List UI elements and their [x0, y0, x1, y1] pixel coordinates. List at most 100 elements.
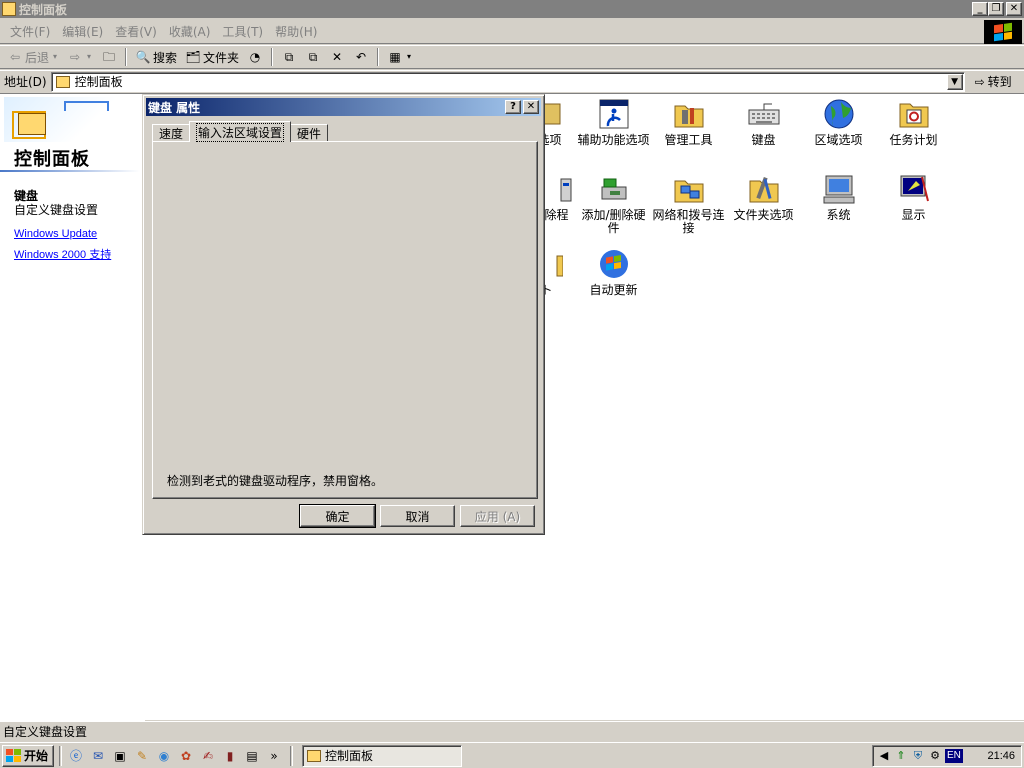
- move-to-icon: ⧉: [284, 50, 294, 64]
- network-icon: [673, 173, 705, 205]
- menu-view[interactable]: 查看(V): [109, 21, 163, 42]
- icon-item-regional[interactable]: 区域选项: [801, 98, 876, 147]
- speaker-icon[interactable]: ◀: [877, 749, 891, 763]
- task-button-control-panel[interactable]: 控制面板: [302, 744, 462, 767]
- book-icon[interactable]: ▮: [221, 747, 239, 765]
- icon-item-accessibility[interactable]: 辅助功能选项: [576, 98, 651, 147]
- folder-options-icon: [748, 173, 780, 205]
- icon-item-admin-tools[interactable]: 管理工具: [651, 98, 726, 147]
- icon-item-scheduled-tasks[interactable]: 任务计划: [876, 98, 951, 147]
- show-desktop-icon[interactable]: ▣: [111, 747, 129, 765]
- search-button[interactable]: 🔍 搜索: [132, 47, 180, 68]
- toolbar-separator: [377, 48, 380, 66]
- views-button[interactable]: ▦ ▾: [384, 48, 416, 66]
- menu-tools[interactable]: 工具(T): [216, 21, 269, 42]
- partially-hidden-icon: [541, 173, 573, 205]
- add-hardware-icon: [598, 173, 630, 205]
- keyboard-properties-dialog: 键盘 属性 ? ✕ 速度 输入法区域设置 硬件 检测到老式的键盘驱动程序，禁用窗…: [142, 94, 545, 535]
- tray-app-icon[interactable]: ⚙: [928, 749, 942, 763]
- selected-item-description: 自定义键盘设置: [14, 203, 99, 217]
- media-player-icon[interactable]: ◉: [155, 747, 173, 765]
- web-view-pane: 控制面板 键盘 自定义键盘设置 Windows Update Windows 2…: [0, 94, 145, 721]
- notepad-icon[interactable]: ▤: [243, 747, 261, 765]
- windows-support-link[interactable]: Windows 2000 支持: [14, 246, 111, 262]
- move-to-button[interactable]: ⧉: [278, 48, 300, 66]
- window-titlebar[interactable]: 控制面板 _ ❐ ✕: [0, 0, 1024, 18]
- cancel-button[interactable]: 取消: [380, 505, 455, 527]
- apply-button[interactable]: 应用 (A): [460, 505, 535, 527]
- outlook-express-icon[interactable]: ✉: [89, 747, 107, 765]
- windows-update-link[interactable]: Windows Update: [14, 228, 97, 240]
- menu-favorites[interactable]: 收藏(A): [163, 21, 217, 42]
- go-arrow-icon: ⇨: [974, 74, 985, 89]
- tab-panel: 检测到老式的键盘驱动程序，禁用窗格。: [152, 141, 538, 499]
- help-button[interactable]: ?: [505, 100, 521, 114]
- windows-logo-icon: [984, 20, 1022, 44]
- ok-button[interactable]: 确定: [299, 504, 376, 528]
- dialog-close-button[interactable]: ✕: [523, 100, 539, 114]
- tab-hardware[interactable]: 硬件: [290, 124, 329, 142]
- icon-item-network[interactable]: 网络和拨号连接: [651, 173, 726, 235]
- accessibility-icon: [598, 98, 630, 130]
- forward-arrow-icon: ⇨: [69, 50, 81, 64]
- status-bar: 自定义键盘设置: [0, 721, 1024, 741]
- internet-explorer-icon[interactable]: ⓔ: [67, 747, 85, 765]
- window-title: 控制面板: [19, 2, 68, 17]
- folders-button[interactable]: 🗂 文件夹: [182, 47, 242, 68]
- copy-to-icon: ⧉: [308, 50, 318, 64]
- clock[interactable]: 21:46: [987, 750, 1015, 762]
- delete-button[interactable]: ✕: [326, 48, 348, 66]
- control-panel-banner: [4, 97, 122, 142]
- system-tray: ◀ ⇑ ⛨ ⚙ EN 21:46: [872, 745, 1022, 767]
- back-button[interactable]: ⇦ 后退 ▾: [4, 47, 62, 68]
- tab-strip: 速度 输入法区域设置 硬件: [152, 121, 329, 142]
- keyboard-icon: [748, 98, 780, 130]
- control-panel-icon: [55, 75, 70, 88]
- up-button[interactable]: 🗀: [98, 48, 120, 66]
- chevron-down-icon[interactable]: ▼: [946, 73, 963, 90]
- icon-item-display[interactable]: 显示: [876, 173, 951, 222]
- menu-help[interactable]: 帮助(H): [269, 21, 323, 42]
- tab-speed[interactable]: 速度: [152, 124, 191, 142]
- icon-item-folder-options[interactable]: 文件夹选项: [726, 173, 801, 222]
- dialog-titlebar[interactable]: 键盘 属性 ? ✕: [146, 98, 541, 116]
- antivirus-icon[interactable]: ⛨: [911, 749, 925, 763]
- views-icon: ▦: [389, 50, 401, 64]
- copy-to-button[interactable]: ⧉: [302, 48, 324, 66]
- forward-button[interactable]: ⇨ ▾: [64, 48, 96, 66]
- folders-icon: 🗂: [185, 50, 201, 64]
- quicklaunch-more-button[interactable]: »: [265, 747, 283, 765]
- pencil-icon[interactable]: ✎: [133, 747, 151, 765]
- icon-item-keyboard[interactable]: 键盘: [726, 98, 801, 147]
- status-text: 自定义键盘设置: [3, 725, 88, 739]
- close-button[interactable]: ✕: [1006, 2, 1022, 16]
- address-input[interactable]: 控制面板 ▼: [50, 71, 965, 92]
- back-arrow-icon: ⇦: [9, 50, 21, 64]
- go-button[interactable]: ⇨ 转到: [971, 72, 1016, 91]
- toolbar-separator: [125, 48, 128, 66]
- tab-input-locales[interactable]: 输入法区域设置: [189, 121, 292, 142]
- history-button[interactable]: ◔: [244, 48, 266, 66]
- start-button[interactable]: 开始: [2, 744, 54, 767]
- minimize-button[interactable]: _: [972, 2, 988, 16]
- icon-item-automatic-updates[interactable]: 自动更新: [576, 248, 651, 297]
- dropdown-arrow-icon: ▾: [53, 52, 58, 61]
- menu-file[interactable]: 文件(F): [4, 21, 56, 42]
- address-bar: 地址(D) 控制面板 ▼ ⇨ 转到: [0, 70, 1024, 92]
- toolbar: ⇦ 后退 ▾ ⇨ ▾ 🗀 🔍 搜索 🗂 文件夹 ◔ ⧉ ⧉ ✕ ↶ ▦ ▾: [0, 45, 1024, 69]
- editor-icon[interactable]: ✍: [199, 747, 217, 765]
- network-arrow-icon[interactable]: ⇑: [894, 749, 908, 763]
- undo-button[interactable]: ↶: [350, 48, 372, 66]
- menubar: 文件(F) 编辑(E) 查看(V) 收藏(A) 工具(T) 帮助(H): [0, 20, 1024, 44]
- taskbar-separator: [59, 745, 62, 766]
- menu-edit[interactable]: 编辑(E): [56, 21, 109, 42]
- icon-item-add-hardware[interactable]: 添加/删除硬件: [576, 173, 651, 235]
- restore-button[interactable]: ❐: [988, 2, 1004, 16]
- windows-logo-icon: [6, 749, 21, 762]
- icon-item-system[interactable]: 系统: [801, 173, 876, 222]
- paint-icon[interactable]: ✿: [177, 747, 195, 765]
- language-indicator[interactable]: EN: [945, 749, 963, 763]
- taskbar: 开始 ⓔ ✉ ▣ ✎ ◉ ✿ ✍ ▮ ▤ » 控制面板 ◀ ⇑ ⛨ ⚙ EN 2…: [0, 742, 1024, 768]
- control-panel-icon: [2, 2, 16, 16]
- control-panel-icon: [307, 749, 321, 762]
